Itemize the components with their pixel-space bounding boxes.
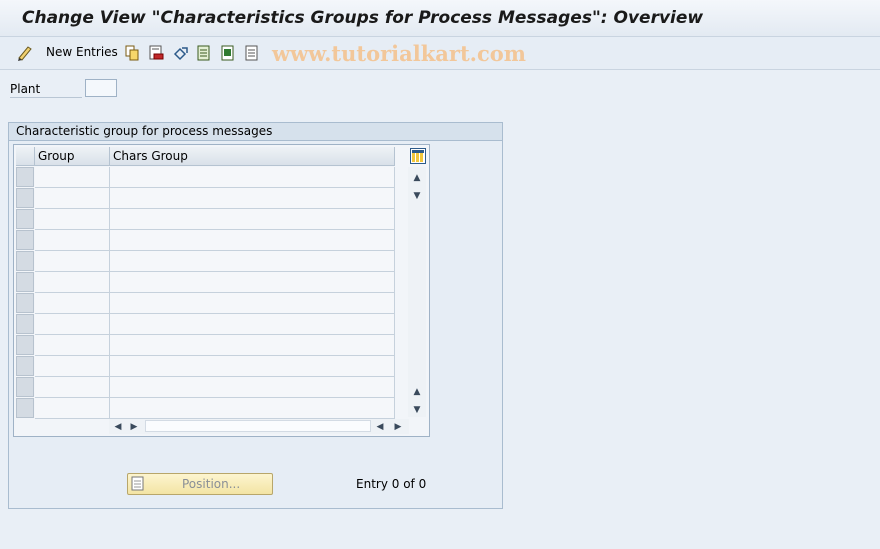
select-block-icon[interactable] — [220, 44, 236, 62]
cell-chars-group[interactable] — [110, 335, 395, 356]
characteristic-group-box: Characteristic group for process message… — [8, 122, 503, 509]
cell-chars-group[interactable] — [110, 377, 395, 398]
scroll-down-icon[interactable]: ▼ — [410, 191, 424, 201]
cell-group[interactable] — [35, 167, 110, 188]
position-icon — [131, 476, 144, 491]
application-toolbar: New Entries www.tutorialkart.com — [0, 37, 880, 70]
horizontal-scrollbar[interactable]: ◀ ▶ ◀ ▶ — [109, 419, 409, 434]
copy-icon[interactable] — [124, 44, 140, 62]
row-selector[interactable] — [16, 314, 34, 334]
plant-input[interactable] — [85, 79, 117, 97]
row-selector[interactable] — [16, 167, 34, 187]
page-title: Change View "Characteristics Groups for … — [22, 8, 704, 28]
cell-group[interactable] — [35, 293, 110, 314]
scroll-right-icon[interactable]: ▶ — [127, 422, 141, 432]
cell-chars-group[interactable] — [110, 251, 395, 272]
select-all-rows-cell[interactable] — [16, 147, 35, 166]
column-header-group[interactable]: Group — [35, 147, 110, 166]
cell-chars-group[interactable] — [110, 272, 395, 293]
group-box-header: Characteristic group for process message… — [9, 123, 502, 141]
table-settings-icon[interactable] — [410, 148, 426, 164]
plant-label-underline — [10, 97, 82, 98]
vertical-scrollbar[interactable]: ▲ ▼ ▲ ▼ — [408, 167, 426, 417]
new-entries-button[interactable]: New Entries — [46, 45, 118, 59]
select-all-icon[interactable] — [196, 44, 212, 62]
watermark: www.tutorialkart.com — [272, 41, 526, 66]
cell-group[interactable] — [35, 251, 110, 272]
horizontal-scroll-track[interactable] — [145, 420, 371, 432]
group-box-title: Characteristic group for process message… — [16, 124, 273, 138]
row-selector[interactable] — [16, 230, 34, 250]
scroll-far-right-icon[interactable]: ▶ — [391, 422, 405, 432]
cell-group[interactable] — [35, 398, 110, 419]
delete-icon[interactable] — [148, 44, 164, 62]
deselect-all-icon[interactable] — [244, 44, 260, 62]
entry-counter: Entry 0 of 0 — [356, 477, 427, 491]
cell-chars-group[interactable] — [110, 314, 395, 335]
row-selector[interactable] — [16, 272, 34, 292]
undo-icon[interactable] — [172, 44, 190, 62]
cell-group[interactable] — [35, 356, 110, 377]
scroll-up-icon[interactable]: ▲ — [410, 173, 424, 183]
row-selector[interactable] — [16, 188, 34, 208]
position-button[interactable]: Position... — [127, 473, 273, 495]
cell-chars-group[interactable] — [110, 293, 395, 314]
cell-chars-group[interactable] — [110, 188, 395, 209]
row-selector[interactable] — [16, 398, 34, 418]
column-header-chars-group[interactable]: Chars Group — [110, 147, 395, 166]
cell-chars-group[interactable] — [110, 209, 395, 230]
cell-chars-group[interactable] — [110, 356, 395, 377]
scroll-page-up-icon[interactable]: ▲ — [410, 387, 424, 397]
plant-label: Plant — [10, 82, 41, 96]
row-selector[interactable] — [16, 251, 34, 271]
row-selector[interactable] — [16, 377, 34, 397]
table-control: Group Chars Group ▲ ▼ ▲ ▼ ◀ ▶ ◀ ▶ — [13, 144, 430, 437]
position-button-label: Position... — [182, 477, 241, 491]
cell-chars-group[interactable] — [110, 167, 395, 188]
scroll-far-left-icon[interactable]: ◀ — [373, 422, 387, 432]
edit-glasses-icon[interactable] — [16, 44, 34, 62]
title-bar: Change View "Characteristics Groups for … — [0, 0, 880, 37]
cell-group[interactable] — [35, 209, 110, 230]
scroll-left-icon[interactable]: ◀ — [111, 422, 125, 432]
row-selector[interactable] — [16, 209, 34, 229]
row-selector[interactable] — [16, 293, 34, 313]
row-selector[interactable] — [16, 356, 34, 376]
cell-chars-group[interactable] — [110, 398, 395, 419]
cell-group[interactable] — [35, 335, 110, 356]
cell-group[interactable] — [35, 314, 110, 335]
scroll-page-down-icon[interactable]: ▼ — [410, 405, 424, 415]
cell-group[interactable] — [35, 377, 110, 398]
row-selector[interactable] — [16, 335, 34, 355]
cell-group[interactable] — [35, 188, 110, 209]
cell-group[interactable] — [35, 272, 110, 293]
cell-group[interactable] — [35, 230, 110, 251]
cell-chars-group[interactable] — [110, 230, 395, 251]
